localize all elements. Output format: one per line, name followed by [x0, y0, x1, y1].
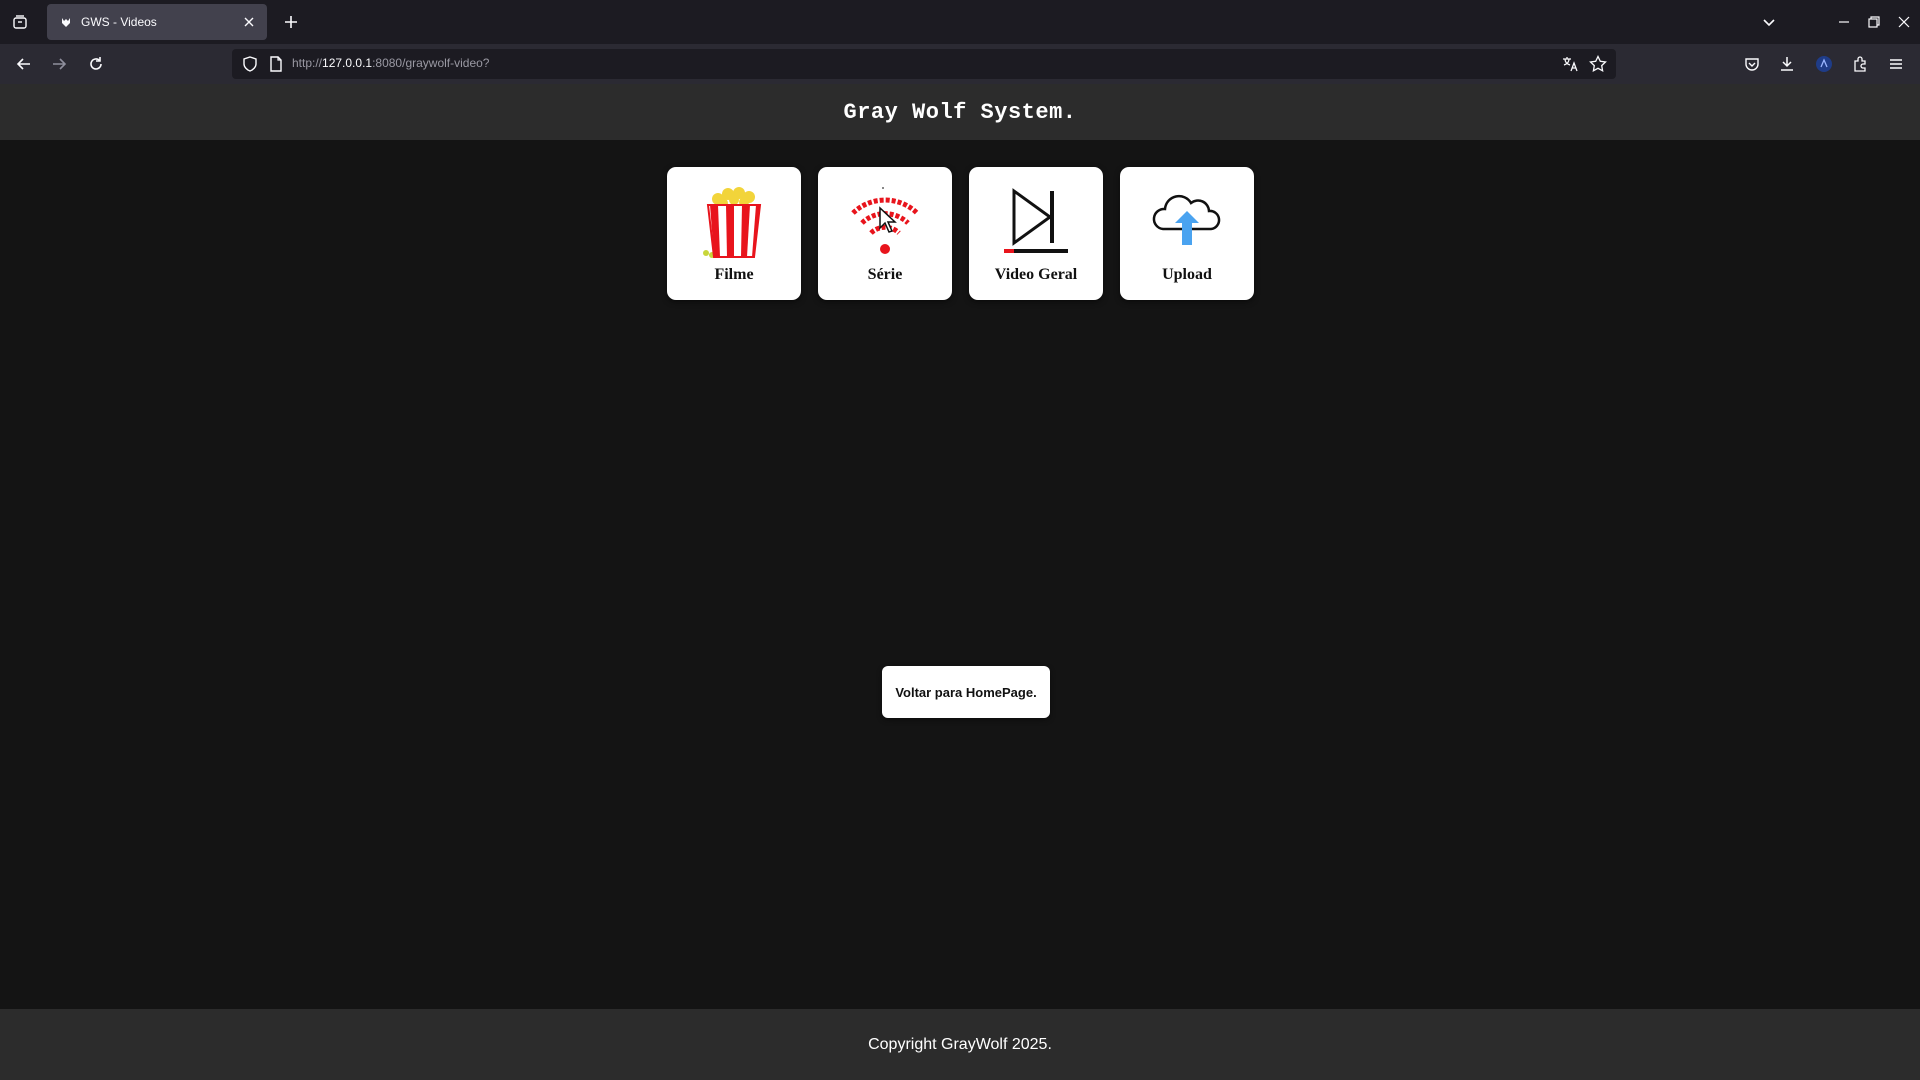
reload-icon[interactable] [84, 52, 108, 76]
bookmark-star-icon[interactable] [1589, 55, 1607, 73]
page-info-icon[interactable] [268, 56, 284, 72]
url-prefix: http:// [292, 56, 323, 70]
translate-icon[interactable] [1561, 55, 1579, 73]
wolf-favicon-icon [59, 15, 73, 29]
card-upload[interactable]: Upload [1120, 167, 1254, 300]
back-to-homepage-button[interactable]: Voltar para HomePage. [882, 666, 1050, 718]
skip-play-icon [996, 181, 1076, 261]
pocket-icon[interactable] [1740, 52, 1764, 76]
window-close-icon[interactable] [1890, 8, 1918, 36]
site-header: Gray Wolf System. [0, 84, 1920, 140]
browser-nav-bar: http://127.0.0.1:8080/graywolf-video? [0, 44, 1920, 84]
card-label: Série [867, 266, 903, 283]
url-path: :8080/graywolf-video? [372, 56, 490, 70]
card-video-geral[interactable]: Video Geral [969, 167, 1103, 300]
cloud-upload-icon [1147, 181, 1227, 261]
wifi-signal-icon [845, 181, 925, 261]
minimize-icon[interactable] [1830, 8, 1858, 36]
card-label: Filme [714, 266, 754, 283]
back-arrow-icon[interactable] [12, 52, 36, 76]
url-host: 127.0.0.1 [322, 56, 373, 70]
copyright-text: Copyright GrayWolf 2025. [868, 1035, 1052, 1053]
browser-tab-bar: GWS - Videos [0, 0, 1920, 44]
site-title: Gray Wolf System. [843, 99, 1077, 125]
video-category-cards: Filme Série Video Geral Upload [667, 167, 1254, 300]
downloads-icon[interactable] [1775, 52, 1799, 76]
hamburger-menu-icon[interactable] [1884, 52, 1908, 76]
tab-list-icon[interactable] [8, 10, 32, 34]
site-footer: Copyright GrayWolf 2025. [0, 1009, 1920, 1080]
card-filme[interactable]: Filme [667, 167, 801, 300]
extensions-icon[interactable] [1848, 52, 1872, 76]
card-serie[interactable]: Série [818, 167, 952, 300]
shield-icon[interactable] [242, 56, 258, 72]
popcorn-icon [694, 181, 774, 261]
url-bar[interactable]: http://127.0.0.1:8080/graywolf-video? [232, 49, 1616, 79]
tab-close-icon[interactable] [239, 12, 259, 32]
tab-title: GWS - Videos [81, 15, 157, 29]
new-tab-icon[interactable] [279, 10, 303, 34]
card-label: Upload [1162, 266, 1212, 283]
chevron-down-icon[interactable] [1757, 10, 1781, 34]
forward-arrow-icon[interactable] [47, 52, 71, 76]
restore-icon[interactable] [1860, 8, 1888, 36]
account-avatar-icon[interactable] [1812, 52, 1836, 76]
card-label: Video Geral [994, 266, 1078, 283]
browser-tab-active[interactable]: GWS - Videos [47, 4, 267, 40]
url-text[interactable]: http://127.0.0.1:8080/graywolf-video? [292, 56, 489, 70]
